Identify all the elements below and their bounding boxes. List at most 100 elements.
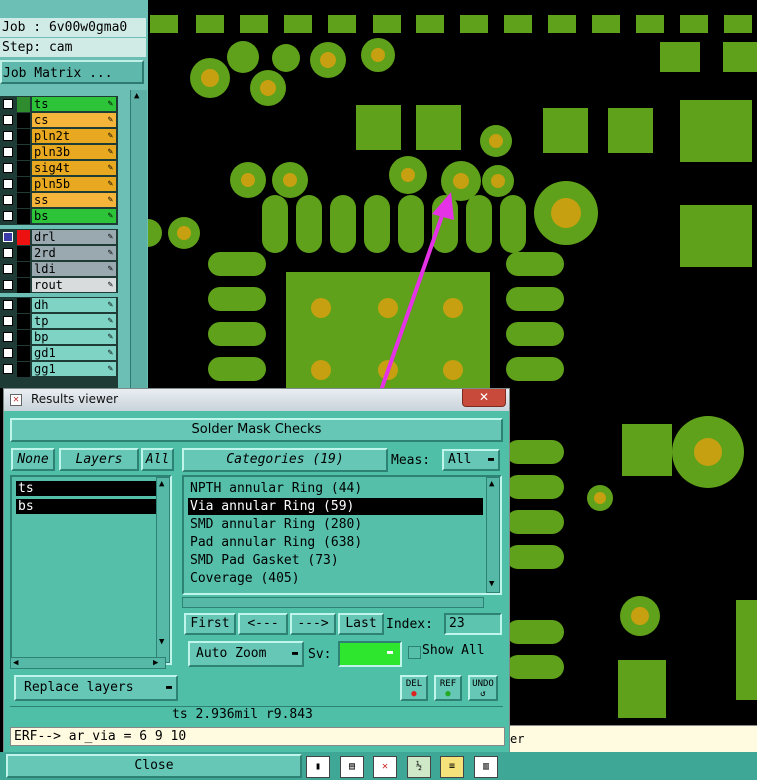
show-all-checkbox[interactable] <box>408 646 421 659</box>
scroll-right-arrow-icon[interactable]: ▶ <box>153 659 158 668</box>
layer-name[interactable]: gg1 ✎ <box>32 362 116 376</box>
layers-list-scrollbar[interactable]: ▲ ▼ <box>156 477 170 663</box>
layer-name[interactable]: gd1 ✎ <box>32 346 116 360</box>
layer-color-swatch[interactable] <box>17 314 30 329</box>
ref-button[interactable]: REF ● <box>434 675 462 701</box>
layer-panel-scrollbar[interactable]: ▲ <box>130 90 147 388</box>
layer-visibility-checkbox[interactable] <box>3 316 13 326</box>
layer-row[interactable]: bs ✎ <box>0 209 118 224</box>
layer-color-swatch[interactable] <box>17 129 30 144</box>
layer-color-swatch[interactable] <box>17 346 30 361</box>
index-input[interactable]: 23 <box>444 613 502 635</box>
layer-name[interactable]: bs ✎ <box>32 209 116 223</box>
layer-row[interactable]: cs ✎ <box>0 113 118 128</box>
last-button[interactable]: Last <box>338 613 384 635</box>
layers-button[interactable]: Layers <box>59 448 139 471</box>
layer-name[interactable]: rout ✎ <box>32 278 116 292</box>
layer-row[interactable]: ts ✎ <box>0 97 118 112</box>
layer-row[interactable]: gg1 ✎ <box>0 362 118 377</box>
layer-color-swatch[interactable] <box>17 161 30 176</box>
layer-name[interactable]: tp ✎ <box>32 314 116 328</box>
layer-color-swatch[interactable] <box>17 262 30 277</box>
layer-color-swatch[interactable] <box>17 230 30 245</box>
first-button[interactable]: First <box>184 613 236 635</box>
layer-name[interactable]: sig4t ✎ <box>32 161 116 175</box>
layer-color-swatch[interactable] <box>17 177 30 192</box>
scroll-down-arrow-icon[interactable]: ▼ <box>489 580 494 589</box>
layer-name[interactable]: dh ✎ <box>32 298 116 312</box>
meas-dropdown[interactable]: All ▬ <box>442 449 500 471</box>
categories-hscrollbar[interactable] <box>182 597 484 608</box>
layer-row[interactable]: drl ✎ <box>0 230 118 245</box>
layer-name[interactable]: pln3b ✎ <box>32 145 116 159</box>
previous-button[interactable]: <--- <box>238 613 288 635</box>
layer-color-swatch[interactable] <box>17 246 30 261</box>
layer-name[interactable]: cs ✎ <box>32 113 116 127</box>
layer-visibility-checkbox[interactable] <box>3 332 13 342</box>
layer-color-swatch[interactable] <box>17 193 30 208</box>
window-close-button[interactable]: ✕ <box>462 389 506 407</box>
one-two-icon[interactable]: ½ <box>407 756 431 778</box>
none-button[interactable]: None <box>11 448 55 471</box>
layer-row[interactable]: gd1 ✎ <box>0 346 118 361</box>
layer-name[interactable]: drl ✎ <box>32 230 116 244</box>
layer-list-item[interactable]: bs <box>16 499 156 514</box>
layer-visibility-checkbox[interactable] <box>3 280 13 290</box>
layer-list-item[interactable]: ts <box>16 481 156 496</box>
layer-visibility-checkbox[interactable] <box>3 248 13 258</box>
layer-row[interactable]: 2rd ✎ <box>0 246 118 261</box>
layer-visibility-checkbox[interactable] <box>3 179 13 189</box>
layer-visibility-checkbox[interactable] <box>3 163 13 173</box>
categories-list[interactable]: NPTH annular Ring (44) Via annular Ring (… <box>182 475 502 595</box>
layer-visibility-checkbox[interactable] <box>3 211 13 221</box>
layer-visibility-checkbox[interactable] <box>3 99 13 109</box>
layer-row[interactable]: ss ✎ <box>0 193 118 208</box>
del-button[interactable]: DEL ● <box>400 675 428 701</box>
scroll-up-arrow-icon[interactable]: ▲ <box>489 480 494 489</box>
all-layers-button[interactable]: All <box>141 448 174 471</box>
layer-row[interactable]: dh ✎ <box>0 298 118 313</box>
undo-button[interactable]: UNDO ↺ <box>468 675 498 701</box>
layer-row[interactable]: rout ✎ <box>0 278 118 293</box>
layers-list[interactable]: ts bs ▲ ▼ <box>10 475 172 665</box>
layer-name[interactable]: pln2t ✎ <box>32 129 116 143</box>
layer-name[interactable]: ldi ✎ <box>32 262 116 276</box>
measure-icon[interactable]: ▮ <box>306 756 330 778</box>
scroll-left-arrow-icon[interactable]: ◀ <box>13 659 18 668</box>
layer-row[interactable]: pln2t ✎ <box>0 129 118 144</box>
layer-visibility-checkbox[interactable] <box>3 115 13 125</box>
next-button[interactable]: ---> <box>290 613 336 635</box>
layer-row[interactable]: sig4t ✎ <box>0 161 118 176</box>
auto-zoom-button[interactable]: Auto Zoom ▬ <box>188 641 304 667</box>
layers-list-hscrollbar[interactable]: ◀ ▶ <box>10 657 166 669</box>
erf-command-line[interactable]: ERF--> ar_via = 6 9 10 <box>10 727 505 746</box>
layer-color-swatch[interactable] <box>17 278 30 293</box>
layer-name[interactable]: pln5b ✎ <box>32 177 116 191</box>
categories-button[interactable]: Categories (19) <box>182 448 388 472</box>
replace-layers-button[interactable]: Replace layers ▬ <box>14 675 178 701</box>
layer-name[interactable]: ts ✎ <box>32 97 116 111</box>
job-matrix-button[interactable]: Job Matrix ... <box>0 60 144 84</box>
layer-color-swatch[interactable] <box>17 209 30 224</box>
category-item[interactable]: NPTH annular Ring (44) <box>188 480 483 497</box>
layer-color-swatch[interactable] <box>17 362 30 377</box>
scroll-down-arrow-icon[interactable]: ▼ <box>159 638 164 647</box>
layer-visibility-checkbox[interactable] <box>3 232 13 242</box>
layer-row[interactable]: pln3b ✎ <box>0 145 118 160</box>
category-item[interactable]: SMD annular Ring (280) <box>188 516 483 533</box>
layer-color-swatch[interactable] <box>17 298 30 313</box>
layer-visibility-checkbox[interactable] <box>3 195 13 205</box>
layer-name[interactable]: ss ✎ <box>32 193 116 207</box>
report-icon[interactable]: ▤ <box>340 756 364 778</box>
notes-icon[interactable]: ≡ <box>440 756 464 778</box>
categories-scrollbar[interactable]: ▲ ▼ <box>486 477 500 593</box>
histogram-icon[interactable]: ▥ <box>474 756 498 778</box>
category-item[interactable]: Pad annular Ring (638) <box>188 534 483 551</box>
layer-visibility-checkbox[interactable] <box>3 348 13 358</box>
layer-color-swatch[interactable] <box>17 113 30 128</box>
results-viewer-titlebar[interactable]: ✕ Results viewer ✕ <box>4 389 509 411</box>
close-button[interactable]: Close <box>6 754 302 778</box>
layer-name[interactable]: bp ✎ <box>32 330 116 344</box>
layer-row[interactable]: tp ✎ <box>0 314 118 329</box>
category-item[interactable]: Via annular Ring (59) <box>188 498 483 515</box>
